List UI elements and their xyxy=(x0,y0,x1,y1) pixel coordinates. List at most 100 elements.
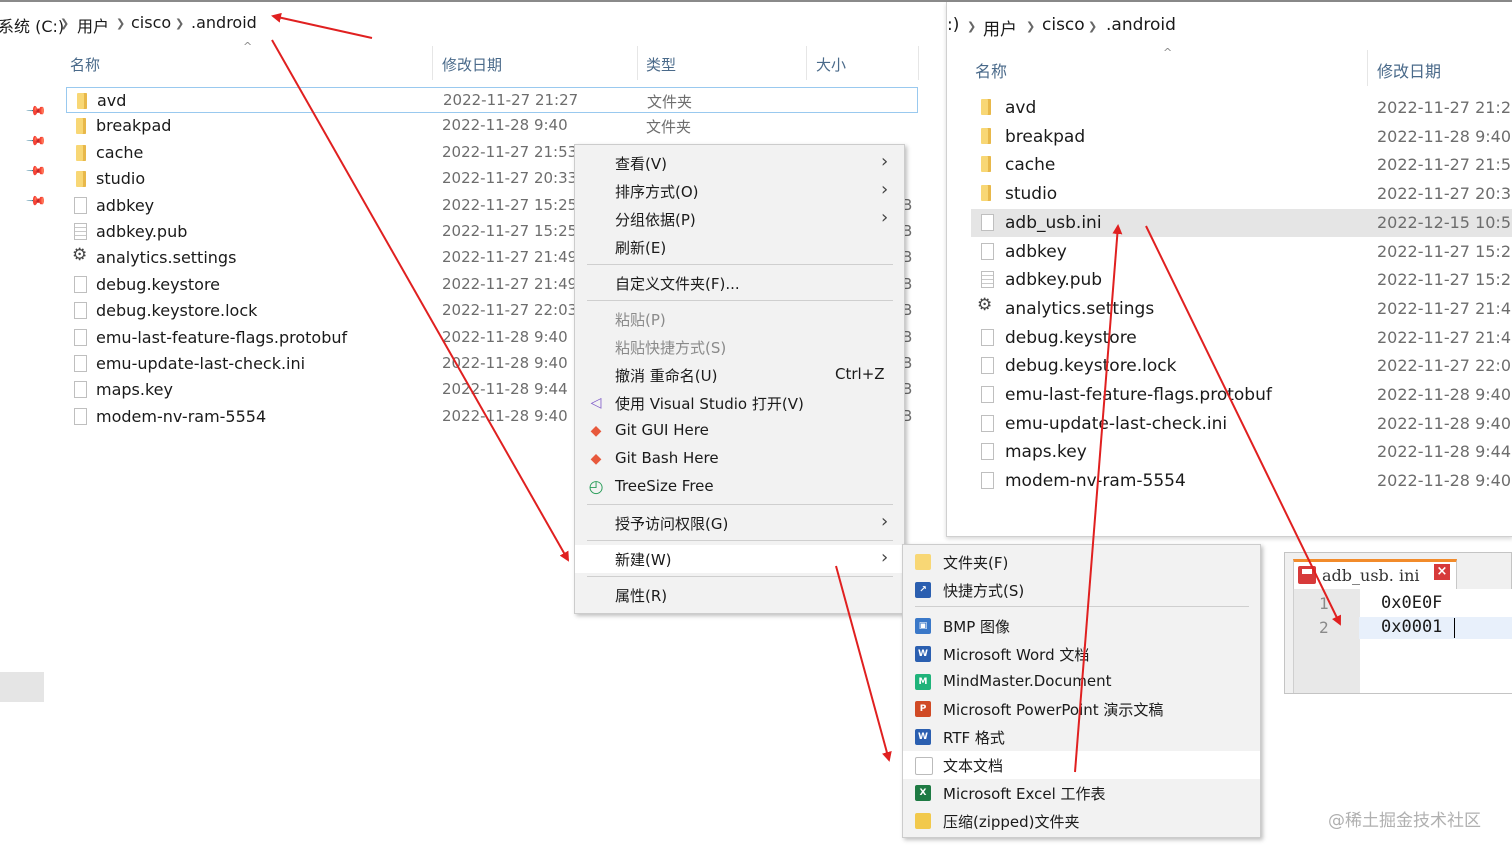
chevron-right-icon: ❯ xyxy=(60,17,70,30)
menu-item-properties[interactable]: 属性(R) xyxy=(575,581,904,609)
modified-date: 2022-11-28 9:40 xyxy=(1377,471,1511,491)
column-divider[interactable] xyxy=(637,46,638,80)
column-header-size[interactable]: 大小 xyxy=(816,54,846,75)
table-row[interactable]: emu-last-feature-flags.protobuf 2022-11-2… xyxy=(971,381,1512,409)
file-name: debug.keystore.lock xyxy=(96,301,258,321)
text-file-icon xyxy=(981,271,994,289)
file-name: adbkey xyxy=(96,195,155,215)
breadcrumb-users[interactable]: 用户 xyxy=(77,13,109,37)
code-line[interactable]: 0x0E0F xyxy=(1381,593,1442,613)
table-row[interactable]: modem-nv-ram-5554 2022-11-28 9:40 xyxy=(971,467,1512,495)
menu-item-open-visual-studio[interactable]: ◁ 使用 Visual Studio 打开(V) xyxy=(575,389,904,417)
menu-item-grant-access[interactable]: 授予访问权限(G) › xyxy=(575,509,904,537)
close-icon[interactable]: × xyxy=(1434,564,1450,580)
breadcrumb-users[interactable]: 用户 xyxy=(983,15,1017,40)
submenu-item-mindmaster[interactable]: M MindMaster.Document xyxy=(903,668,1260,696)
column-divider[interactable] xyxy=(806,46,807,80)
menu-item-undo-rename[interactable]: 撤消 重命名(U) Ctrl+Z xyxy=(575,361,904,389)
submenu-item-folder[interactable]: 文件夹(F) xyxy=(903,548,1260,576)
menu-item-git-bash[interactable]: ◆ Git Bash Here xyxy=(575,445,904,473)
menu-item-paste-shortcut[interactable]: 粘贴快捷方式(S) xyxy=(575,333,904,361)
modified-date: 2022-11-27 21:53 xyxy=(1377,155,1512,175)
table-row[interactable]: avd 2022-11-27 21:27 xyxy=(971,94,1512,122)
editor-text-area[interactable]: 1 2 0x0E0F 0x0001 xyxy=(1293,589,1512,693)
column-header-date[interactable]: 修改日期 xyxy=(1377,58,1441,82)
menu-item-view[interactable]: 查看(V) › xyxy=(575,149,904,177)
column-divider[interactable] xyxy=(1367,50,1368,86)
editor-tab[interactable]: adb_usb. ini × xyxy=(1293,559,1457,589)
folder-icon xyxy=(981,99,991,115)
modified-date: 2022-11-27 21:53 xyxy=(442,142,578,161)
folder-icon xyxy=(76,171,86,188)
settings-file-icon: ⚙ xyxy=(977,294,993,315)
pin-icon[interactable]: 📌 xyxy=(25,100,47,122)
file-type: 文件夹 xyxy=(647,93,693,111)
menu-item-git-gui[interactable]: ◆ Git GUI Here xyxy=(575,417,904,445)
modified-date: 2022-11-27 21:49 xyxy=(1377,327,1512,347)
table-row[interactable]: maps.key 2022-11-28 9:44 xyxy=(971,438,1512,466)
table-row[interactable]: breakpad 2022-11-28 9:40 文件夹 xyxy=(66,113,918,139)
line-number: 1 xyxy=(1319,594,1329,613)
file-name: studio xyxy=(1005,184,1058,205)
menu-item-refresh[interactable]: 刷新(E) xyxy=(575,233,904,261)
submenu-item-bmp[interactable]: ▣ BMP 图像 xyxy=(903,612,1260,640)
table-row[interactable]: emu-update-last-check.ini 2022-11-28 9:40 xyxy=(971,410,1512,438)
file-name: emu-update-last-check.ini xyxy=(1005,413,1228,434)
table-row[interactable]: breakpad 2022-11-28 9:40 xyxy=(971,123,1512,151)
breadcrumb-cisco[interactable]: cisco xyxy=(131,13,171,32)
modified-date: 2022-11-28 9:40 xyxy=(1377,385,1511,404)
bmp-icon: ▣ xyxy=(915,618,931,634)
pin-icon[interactable]: 📌 xyxy=(25,130,47,152)
menu-item-sort[interactable]: 排序方式(O) › xyxy=(575,177,904,205)
breadcrumb-cisco[interactable]: cisco xyxy=(1042,15,1085,35)
file-icon xyxy=(981,386,994,403)
submenu-item-zip-folder[interactable]: 压缩(zipped)文件夹 xyxy=(903,807,1260,835)
submenu-item-text-document[interactable]: 文本文档 xyxy=(903,751,1260,779)
modified-date: 2022-11-27 15:25 xyxy=(1377,270,1512,290)
breadcrumb-android[interactable]: .android xyxy=(1106,15,1176,35)
table-row[interactable]: adb_usb.ini 2022-12-15 10:56 xyxy=(971,208,1512,237)
file-icon xyxy=(74,407,87,425)
column-header-name[interactable]: 名称 xyxy=(70,54,100,75)
table-row[interactable]: adbkey 2022-11-27 15:25 xyxy=(971,238,1512,266)
menu-item-paste[interactable]: 粘贴(P) xyxy=(575,305,904,333)
table-row[interactable]: adbkey.pub 2022-11-27 15:25 xyxy=(971,266,1512,294)
pin-icon[interactable]: 📌 xyxy=(25,160,47,182)
table-row[interactable]: avd 2022-11-27 21:27 文件夹 xyxy=(66,87,918,113)
modified-date: 2022-11-27 15:25 xyxy=(442,195,578,214)
breadcrumb-android[interactable]: .android xyxy=(191,13,257,32)
context-menu: 查看(V) › 排序方式(O) › 分组依据(P) › 刷新(E) 自定义文件夹(F)… xyxy=(574,144,905,614)
chevron-right-icon: ❯ xyxy=(116,17,126,30)
column-header-date[interactable]: 修改日期 xyxy=(442,54,502,75)
line-number: 2 xyxy=(1319,618,1329,637)
save-icon[interactable] xyxy=(1298,566,1316,584)
pin-icon[interactable]: 📌 xyxy=(25,190,47,212)
submenu-item-powerpoint[interactable]: P Microsoft PowerPoint 演示文稿 xyxy=(903,695,1260,723)
submenu-item-shortcut[interactable]: ↗ 快捷方式(S) xyxy=(903,576,1260,604)
table-row[interactable]: ⚙ analytics.settings 2022-11-27 21:49 xyxy=(971,295,1512,323)
column-header-name[interactable]: 名称 xyxy=(975,58,1007,82)
mindmaster-icon: M xyxy=(915,673,931,690)
file-icon xyxy=(74,302,87,320)
menu-item-new[interactable]: 新建(W) › xyxy=(575,545,904,573)
breadcrumb-drive[interactable]: :) xyxy=(947,15,959,35)
menu-item-group[interactable]: 分组依据(P) › xyxy=(575,205,904,233)
submenu-item-excel[interactable]: X Microsoft Excel 工作表 xyxy=(903,779,1260,807)
nav-pane-selected-item[interactable] xyxy=(0,672,44,702)
table-row[interactable]: debug.keystore 2022-11-27 21:49 xyxy=(971,324,1512,352)
column-header-type[interactable]: 类型 xyxy=(646,54,676,75)
submenu-item-word[interactable]: W Microsoft Word 文档 xyxy=(903,640,1260,668)
column-divider[interactable] xyxy=(918,46,919,80)
submenu-item-rtf[interactable]: W RTF 格式 xyxy=(903,723,1260,751)
file-name: cache xyxy=(96,142,144,162)
code-line[interactable]: 0x0001 xyxy=(1381,617,1442,637)
menu-separator xyxy=(915,606,1249,607)
menu-item-customize-folder[interactable]: 自定义文件夹(F)... xyxy=(575,269,904,297)
table-row[interactable]: debug.keystore.lock 2022-11-27 22:03 xyxy=(971,352,1512,380)
table-row[interactable]: studio 2022-11-27 20:33 xyxy=(971,180,1512,208)
breadcrumb-drive[interactable]: 系统 (C:) xyxy=(0,13,64,37)
menu-item-treesize[interactable]: ◴ TreeSize Free xyxy=(575,473,904,501)
chevron-right-icon: › xyxy=(881,207,889,228)
table-row[interactable]: cache 2022-11-27 21:53 xyxy=(971,151,1512,179)
column-divider[interactable] xyxy=(432,46,433,80)
